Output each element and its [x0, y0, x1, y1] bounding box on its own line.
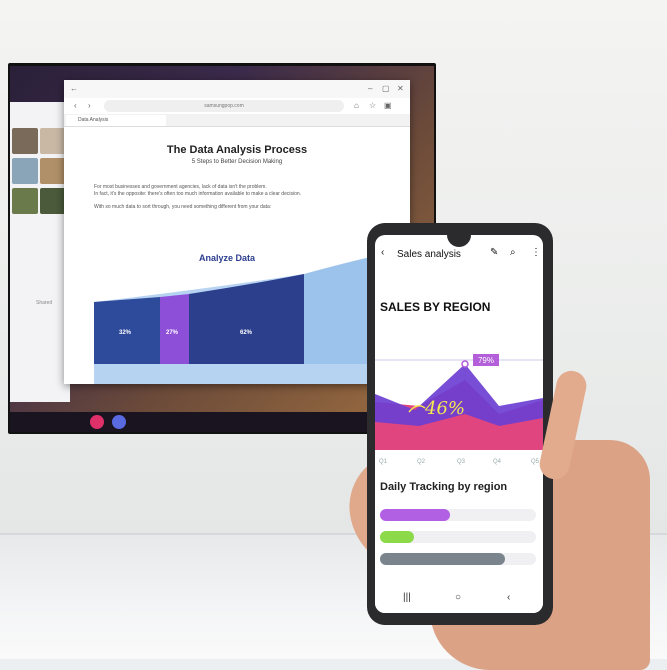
- shared-label: Shared: [36, 300, 53, 306]
- x-label: Q5: [531, 459, 540, 465]
- bar-label: 62%: [240, 330, 253, 336]
- x-label: Q4: [493, 459, 502, 465]
- nav-forward-icon[interactable]: ›: [88, 101, 91, 111]
- doc-paragraph: With so much data to sort through, you n…: [94, 204, 272, 210]
- tv-gallery-app: Shared: [10, 102, 70, 402]
- x-label: Q2: [417, 459, 426, 465]
- doc-subtitle: 5 Steps to Better Decision Making: [191, 159, 283, 165]
- app-icon[interactable]: [90, 415, 104, 429]
- x-label: Q1: [379, 459, 388, 465]
- sales-chart: 79% 46% Q1 Q2 Q3 Q4 Q5: [375, 354, 543, 465]
- minimize-icon[interactable]: –: [368, 84, 372, 94]
- bookmark-icon[interactable]: ☆: [369, 101, 376, 111]
- recents-icon[interactable]: |||: [403, 592, 411, 603]
- doc-title: The Data Analysis Process: [166, 144, 308, 156]
- search-icon[interactable]: ⌕: [510, 247, 516, 258]
- bar-label: 32%: [119, 330, 132, 336]
- bar-label: 27%: [166, 330, 179, 336]
- bar-3: [189, 274, 304, 364]
- photo-thumb: [12, 188, 38, 214]
- app-title: Sales analysis: [397, 249, 461, 260]
- chart-heading: SALES BY REGION: [380, 300, 491, 314]
- x-label: Q3: [457, 459, 466, 465]
- phone-screen: ‹ Sales analysis ✎ ⌕ ⋮ SALES BY REGION 7…: [375, 235, 543, 613]
- photo-thumb: [12, 158, 38, 184]
- bar-2: [160, 294, 189, 364]
- tab-data-analysis[interactable]: Data Analysis: [66, 115, 166, 126]
- doc-paragraph: For most businesses and government agenc…: [94, 184, 267, 190]
- app-icon[interactable]: [112, 415, 126, 429]
- back-icon[interactable]: ‹: [381, 247, 384, 258]
- restore-icon[interactable]: ▢: [382, 84, 390, 94]
- photo-thumb: [40, 128, 66, 154]
- home-nav-icon[interactable]: ○: [455, 592, 461, 603]
- pen-icon[interactable]: ✎: [490, 247, 498, 258]
- tracking-bar: [380, 509, 536, 521]
- peak-badge: 79%: [478, 356, 494, 365]
- tracking-fill: [380, 509, 451, 521]
- back-nav-icon[interactable]: ‹: [507, 592, 510, 603]
- tabs-icon[interactable]: ▣: [384, 101, 392, 111]
- photo-thumb: [40, 188, 66, 214]
- tracking-bar: [380, 531, 536, 543]
- analysis-chart: [94, 248, 410, 384]
- doc-paragraph: In fact, it's the opposite: there's ofte…: [94, 191, 302, 197]
- handwritten-annotation: 46%: [424, 398, 465, 419]
- tracking-bar: [380, 553, 536, 565]
- back-arrow-icon[interactable]: ←: [70, 84, 78, 94]
- peak-marker: [461, 360, 469, 368]
- more-icon[interactable]: ⋮: [531, 247, 541, 258]
- window-titlebar: ← – ▢ ✕: [64, 80, 410, 98]
- nav-back-icon[interactable]: ‹: [74, 101, 77, 111]
- photo-thumb: [12, 128, 38, 154]
- home-icon[interactable]: ⌂: [354, 101, 359, 111]
- browser-window: ← – ▢ ✕ ‹ › samsungpop.com ⌂ ☆ ▣ Data An…: [64, 80, 410, 384]
- nav-bar: ||| ○ ‹: [375, 587, 543, 613]
- tracking-fill: [380, 553, 505, 565]
- address-bar[interactable]: samsungpop.com: [104, 100, 344, 112]
- tracking-fill: [380, 531, 415, 543]
- daily-heading: Daily Tracking by region: [380, 481, 508, 493]
- close-icon[interactable]: ✕: [397, 84, 404, 94]
- photo-thumb: [40, 158, 66, 184]
